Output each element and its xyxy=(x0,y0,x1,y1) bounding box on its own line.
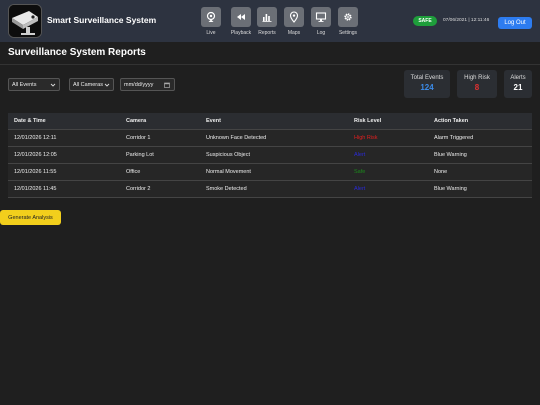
nav-label-reports: Reports xyxy=(258,30,276,36)
cell-event: Unknown Face Detected xyxy=(206,135,267,141)
nav-label-log: Log xyxy=(316,30,326,36)
app-title: Smart Surveillance System xyxy=(47,15,157,25)
table-row[interactable]: 12/01/2026 11:45 Corridor 2 Smoke Detect… xyxy=(8,181,532,198)
status-badge: SAFE xyxy=(413,16,437,26)
stat-alerts: Alerts 21 xyxy=(504,70,532,98)
table-row[interactable]: 12/01/2026 12:11 Corridor 1 Unknown Face… xyxy=(8,130,532,147)
app-logo xyxy=(8,4,42,38)
webcam-icon[interactable] xyxy=(201,7,221,27)
camera-filter-value: All Cameras xyxy=(73,81,103,88)
stat-high-risk: High Risk 8 xyxy=(457,70,497,98)
map-pin-icon[interactable] xyxy=(284,7,304,27)
cell-camera: Corridor 2 xyxy=(126,186,151,192)
nav-label-playback: Playback xyxy=(230,30,252,36)
column-header-datetime[interactable]: Date & Time xyxy=(8,118,120,124)
cell-datetime: 12/01/2026 11:45 xyxy=(14,186,57,192)
chevron-down-icon xyxy=(104,83,110,87)
bar-chart-icon[interactable] xyxy=(257,7,277,27)
stat-alerts-label: Alerts xyxy=(510,75,526,81)
cell-risk-level: High Risk xyxy=(354,135,378,141)
table-header-row: Date & Time Camera Event Risk Level Acti… xyxy=(8,113,532,130)
cell-datetime: 12/01/2026 12:11 xyxy=(14,135,57,141)
date-filter-placeholder: mm/dd/yyyy xyxy=(124,81,154,88)
stat-high-risk-value: 8 xyxy=(474,83,480,92)
cell-datetime: 12/01/2026 11:55 xyxy=(14,169,57,175)
event-filter-select[interactable]: All Events xyxy=(8,78,60,91)
nav-label-settings: Settings xyxy=(338,30,358,36)
column-header-action[interactable]: Action Taken xyxy=(428,118,532,124)
nav-item-log[interactable]: Log xyxy=(310,7,332,36)
column-header-camera[interactable]: Camera xyxy=(120,118,200,124)
stat-total-events-value: 124 xyxy=(420,83,434,92)
page-title: Surveillance System Reports xyxy=(8,47,146,58)
calendar-icon[interactable] xyxy=(164,82,170,88)
nav-label-live: Live xyxy=(206,30,216,36)
generate-analysis-button[interactable]: Generate Analysis xyxy=(0,210,61,225)
stat-high-risk-label: High Risk xyxy=(464,75,490,81)
cell-datetime: 12/01/2026 12:05 xyxy=(14,152,57,158)
nav-item-playback[interactable]: Playback xyxy=(227,7,255,36)
nav-label-maps: Maps xyxy=(287,30,301,36)
chevron-down-icon xyxy=(50,83,56,87)
nav-item-settings[interactable]: Settings xyxy=(337,7,359,36)
table-row[interactable]: 12/01/2026 11:55 Office Normal Movement … xyxy=(8,164,532,181)
date-filter-input[interactable]: mm/dd/yyyy xyxy=(120,78,175,91)
cell-event: Smoke Detected xyxy=(206,186,247,192)
cell-action: Blue Warning xyxy=(434,186,467,192)
stat-total-events-label: Total Events xyxy=(410,75,444,81)
monitor-icon[interactable] xyxy=(311,7,331,27)
rewind-icon[interactable] xyxy=(231,7,251,27)
cell-camera: Corridor 1 xyxy=(126,135,151,141)
current-datetime: 07/06/2021 | 12:11:46 xyxy=(443,18,490,23)
column-header-risk[interactable]: Risk Level xyxy=(348,118,428,124)
main-nav: Live Playback Reports Maps Log Settings xyxy=(200,7,364,36)
stat-alerts-value: 21 xyxy=(513,83,523,92)
nav-item-reports[interactable]: Reports xyxy=(256,7,278,36)
nav-item-live[interactable]: Live xyxy=(200,7,222,36)
top-bar: Smart Surveillance System Live Playback … xyxy=(0,0,540,42)
cell-action: Blue Warning xyxy=(434,152,467,158)
table-row[interactable]: 12/01/2026 12:05 Parking Lot Suspicious … xyxy=(8,147,532,164)
cell-risk-level: Alert xyxy=(354,152,366,158)
header-divider xyxy=(0,64,540,65)
gear-icon[interactable] xyxy=(338,7,358,27)
cell-action: Alarm Triggered xyxy=(434,135,474,141)
cell-action: None xyxy=(434,169,448,175)
stat-total-events: Total Events 124 xyxy=(404,70,450,98)
cell-event: Normal Movement xyxy=(206,169,251,175)
logout-button[interactable]: Log Out xyxy=(498,17,532,29)
nav-item-maps[interactable]: Maps xyxy=(283,7,305,36)
camera-filter-select[interactable]: All Cameras xyxy=(69,78,114,91)
cell-camera: Parking Lot xyxy=(126,152,154,158)
cell-risk-level: Alert xyxy=(354,186,366,192)
event-filter-value: All Events xyxy=(12,81,37,88)
column-header-event[interactable]: Event xyxy=(200,118,348,124)
cell-camera: Office xyxy=(126,169,141,175)
cell-event: Suspicious Object xyxy=(206,152,251,158)
events-table: Date & Time Camera Event Risk Level Acti… xyxy=(8,113,532,198)
cell-risk-level: Safe xyxy=(354,169,366,175)
